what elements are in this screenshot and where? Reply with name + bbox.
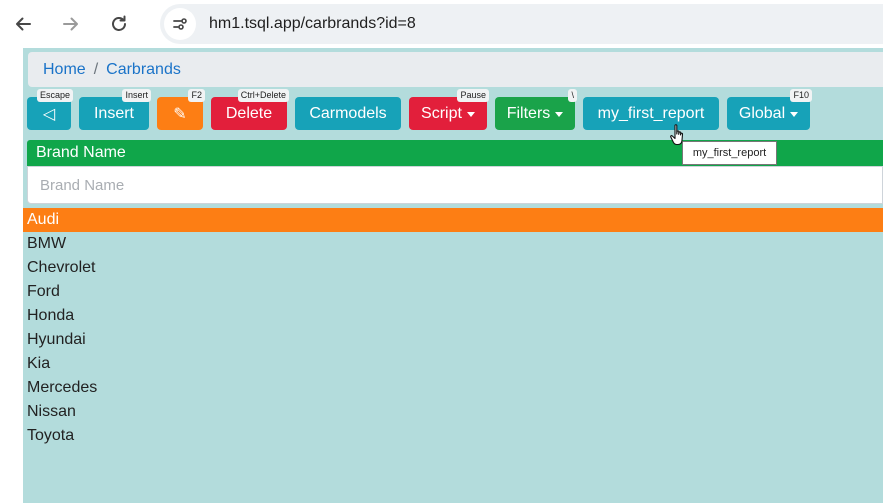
backslash-shortcut-badge: \ bbox=[568, 89, 577, 102]
script-label: Script bbox=[421, 104, 462, 122]
list-item[interactable]: BMW bbox=[23, 232, 883, 256]
delete-label: Delete bbox=[225, 104, 273, 122]
ctrl-delete-shortcut-badge: Ctrl+Delete bbox=[237, 89, 289, 102]
list-item[interactable]: Mercedes bbox=[23, 376, 883, 400]
caret-down-icon bbox=[555, 112, 564, 117]
caret-down-icon bbox=[790, 112, 799, 117]
breadcrumb: Home / Carbrands bbox=[28, 52, 883, 87]
list-item[interactable]: Nissan bbox=[23, 400, 883, 424]
f10-shortcut-badge: F10 bbox=[790, 89, 812, 102]
insert-button[interactable]: Insert Insert bbox=[79, 89, 151, 130]
edit-button[interactable]: ✎ F2 bbox=[157, 89, 205, 130]
back-button[interactable]: ◁ Escape bbox=[27, 89, 73, 130]
pencil-icon: ✎ bbox=[173, 105, 187, 123]
address-bar[interactable]: hm1.tsql.app/carbrands?id=8 bbox=[160, 4, 883, 44]
carmodels-button[interactable]: Carmodels bbox=[295, 97, 401, 130]
list-item[interactable]: Hyundai bbox=[23, 328, 883, 352]
list-item[interactable]: Toyota bbox=[23, 424, 883, 448]
hand-cursor-icon bbox=[670, 124, 684, 146]
brand-list: Audi BMW Chevrolet Ford Honda Hyundai Ki… bbox=[23, 208, 883, 448]
insert-shortcut-badge: Insert bbox=[122, 89, 151, 102]
caret-down-icon bbox=[466, 112, 475, 117]
forward-arrow-icon[interactable] bbox=[55, 8, 87, 40]
pause-shortcut-badge: Pause bbox=[457, 89, 489, 102]
breadcrumb-home-link[interactable]: Home bbox=[43, 61, 86, 79]
url-text: hm1.tsql.app/carbrands?id=8 bbox=[209, 15, 416, 32]
global-label: Global bbox=[738, 104, 786, 122]
list-item[interactable]: Kia bbox=[23, 352, 883, 376]
site-settings-icon[interactable] bbox=[164, 8, 196, 40]
filters-label: Filters bbox=[506, 104, 551, 122]
list-item-selected[interactable]: Audi bbox=[23, 208, 883, 232]
breadcrumb-separator: / bbox=[93, 60, 99, 78]
page-content: Home / Carbrands ◁ Escape Insert Insert … bbox=[23, 48, 883, 503]
escape-shortcut-badge: Escape bbox=[36, 89, 73, 102]
back-arrow-icon[interactable] bbox=[7, 8, 39, 40]
global-dropdown-button[interactable]: Global F10 bbox=[727, 89, 812, 130]
back-triangle-icon: ◁ bbox=[42, 105, 56, 123]
script-dropdown-button[interactable]: Script Pause bbox=[409, 89, 489, 130]
list-item[interactable]: Chevrolet bbox=[23, 256, 883, 280]
list-item[interactable]: Ford bbox=[23, 280, 883, 304]
report-label: my_first_report bbox=[597, 104, 705, 122]
insert-label: Insert bbox=[93, 104, 134, 122]
my-first-report-button[interactable]: my_first_report bbox=[583, 97, 719, 130]
delete-button[interactable]: Delete Ctrl+Delete bbox=[211, 89, 289, 130]
brand-name-filter-input[interactable] bbox=[27, 166, 883, 204]
browser-toolbar: hm1.tsql.app/carbrands?id=8 bbox=[0, 0, 883, 48]
carmodels-label: Carmodels bbox=[309, 104, 387, 122]
f2-shortcut-badge: F2 bbox=[188, 89, 205, 102]
report-tooltip: my_first_report bbox=[682, 141, 777, 165]
list-item[interactable]: Honda bbox=[23, 304, 883, 328]
breadcrumb-current[interactable]: Carbrands bbox=[106, 61, 181, 79]
reload-icon[interactable] bbox=[103, 8, 135, 40]
left-gutter bbox=[0, 48, 24, 503]
filters-dropdown-button[interactable]: Filters \ bbox=[495, 89, 577, 130]
